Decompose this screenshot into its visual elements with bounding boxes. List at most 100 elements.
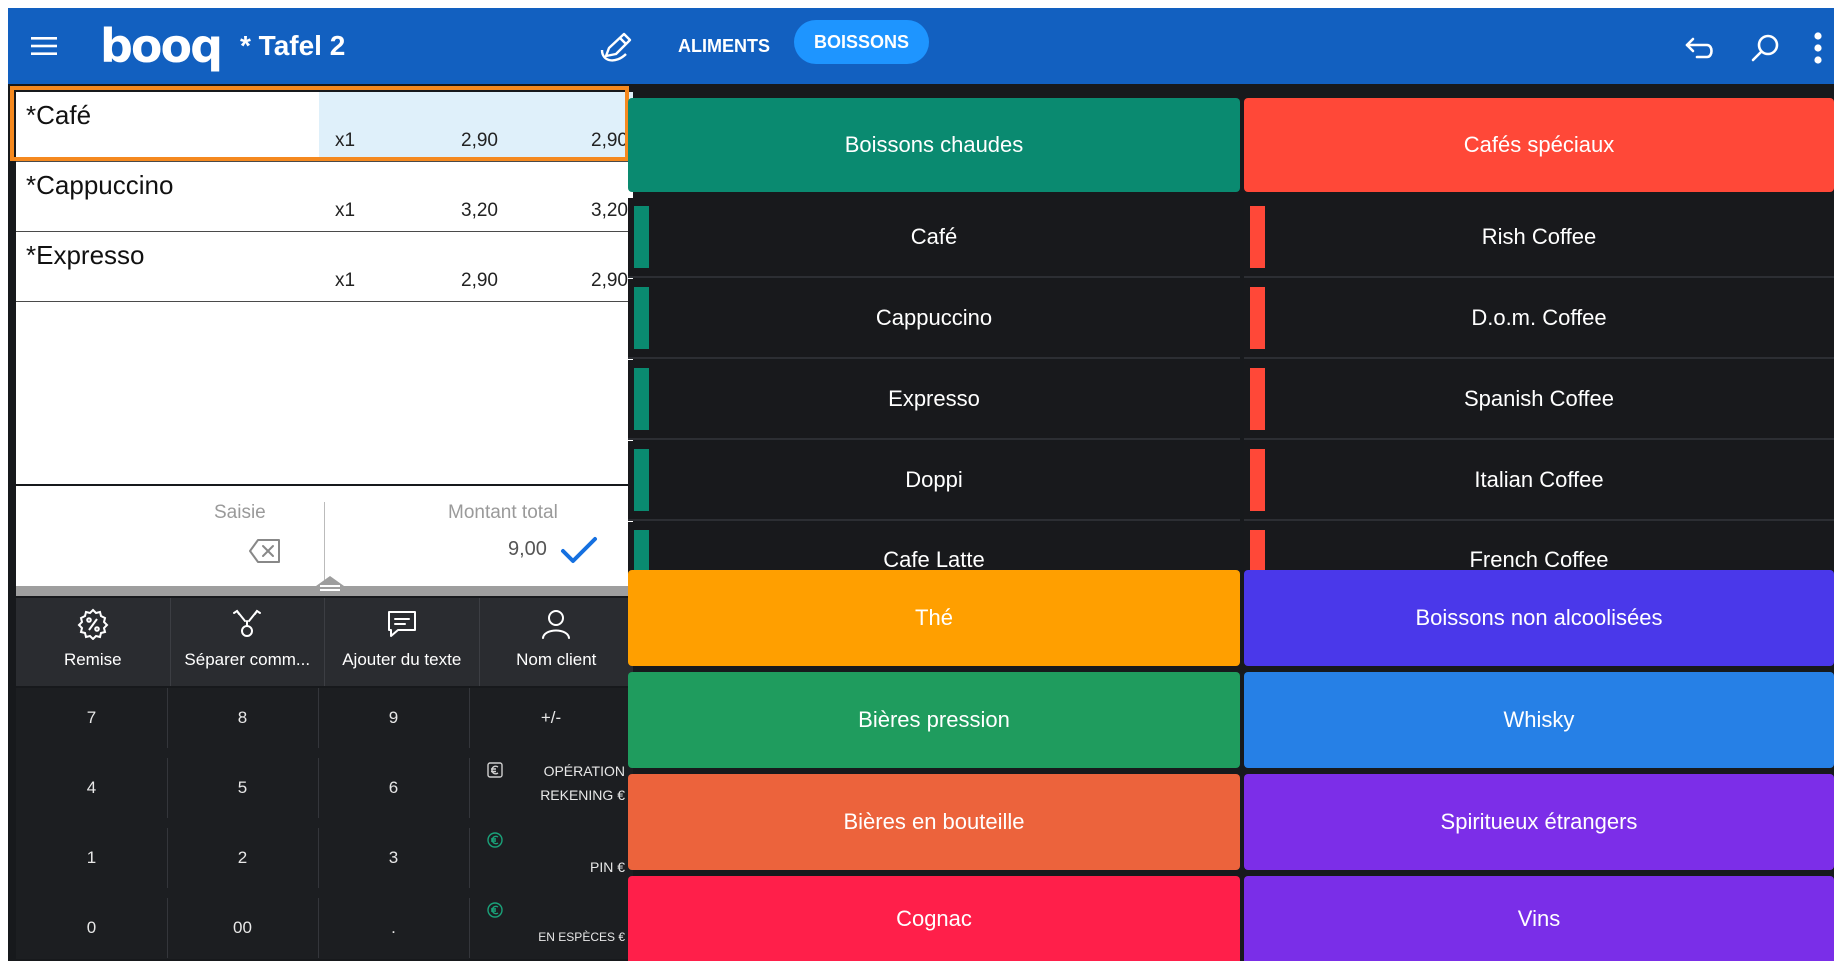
product-label: Expresso bbox=[888, 386, 980, 411]
key-8[interactable]: 8 bbox=[167, 688, 319, 748]
top-bar: booq * Tafel 2 ALIMENTS BOISSONS bbox=[8, 8, 1834, 84]
product-cafe[interactable]: Café bbox=[628, 198, 1240, 278]
item-quantity: x1 bbox=[335, 200, 356, 221]
payment-pin-label: PIN € bbox=[589, 859, 625, 875]
category-spiritueux-etrangers[interactable]: Spiritueux étrangers bbox=[1244, 774, 1834, 870]
person-icon bbox=[542, 610, 571, 639]
payment-especes-label: EN ESPÈCES € bbox=[538, 930, 625, 944]
payment-rekening-button[interactable]: OPÉRATION REKENING € bbox=[479, 754, 633, 814]
key-1[interactable]: 1 bbox=[16, 828, 168, 888]
key-6[interactable]: 6 bbox=[318, 758, 470, 818]
product-label: Cappuccino bbox=[875, 305, 993, 330]
product-cappuccino[interactable]: Cappuccino bbox=[628, 279, 1240, 359]
product-label: Italian Coffee bbox=[1474, 467, 1604, 492]
key-7[interactable]: 7 bbox=[16, 688, 168, 748]
product-label: Rish Coffee bbox=[1481, 224, 1597, 249]
key-4[interactable]: 4 bbox=[16, 758, 168, 818]
pos-app: booq * Tafel 2 ALIMENTS BOISSONS *Café x… bbox=[8, 8, 1834, 961]
key-3[interactable]: 3 bbox=[318, 828, 470, 888]
separer-commande-label: Séparer comm... bbox=[184, 650, 311, 669]
selection-highlight-frame bbox=[10, 86, 629, 161]
category-color-bar bbox=[1250, 206, 1265, 268]
nom-client-label: Nom client bbox=[516, 650, 597, 669]
category-color-bar bbox=[1250, 368, 1265, 430]
category-cafes-speciaux[interactable]: Cafés spéciaux bbox=[1244, 98, 1834, 192]
item-name: *Cappuccino bbox=[26, 170, 174, 200]
product-dom-coffee[interactable]: D.o.m. Coffee bbox=[1244, 279, 1834, 359]
payment-pin-button[interactable]: PIN € bbox=[479, 824, 633, 884]
product-label: Doppi bbox=[905, 467, 963, 492]
split-icon bbox=[233, 609, 262, 637]
table-title[interactable]: * Tafel 2 bbox=[240, 26, 345, 66]
category-color-bar bbox=[634, 287, 649, 349]
category-cognac[interactable]: Cognac bbox=[628, 876, 1240, 961]
percent-icon bbox=[77, 608, 109, 640]
order-row[interactable]: *Expresso x1 2,90 2,90 bbox=[16, 232, 633, 302]
product-cafe-latte[interactable]: Cafe Latte bbox=[628, 522, 1240, 576]
payment-rekening-line2: REKENING € bbox=[540, 787, 625, 803]
category-color-bar bbox=[634, 368, 649, 430]
edit-pencil-icon[interactable] bbox=[596, 28, 636, 68]
montant-total-value: 9,00 bbox=[508, 538, 547, 560]
tab-boissons[interactable]: BOISSONS bbox=[794, 20, 930, 64]
saisie-label: Saisie bbox=[214, 502, 266, 523]
category-vins[interactable]: Vins bbox=[1244, 876, 1834, 961]
nom-client-button[interactable]: Nom client bbox=[480, 598, 634, 686]
order-row[interactable]: *Cappuccino x1 3,20 3,20 bbox=[16, 162, 633, 232]
key-0[interactable]: 0 bbox=[16, 898, 168, 958]
undo-icon[interactable] bbox=[1680, 28, 1720, 68]
product-doppi[interactable]: Doppi bbox=[628, 441, 1240, 521]
booq-logo: booq bbox=[100, 19, 223, 73]
ajouter-texte-label: Ajouter du texte bbox=[342, 650, 462, 669]
category-bieres-pression[interactable]: Bières pression bbox=[628, 672, 1240, 768]
product-french-coffee[interactable]: French Coffee bbox=[1244, 522, 1834, 576]
item-unit-price: 3,20 bbox=[461, 200, 498, 221]
backspace-icon[interactable] bbox=[248, 538, 284, 566]
totals-divider bbox=[324, 502, 325, 584]
category-boissons-non-alcoolisees[interactable]: Boissons non alcoolisées bbox=[1244, 570, 1834, 666]
drag-handle-icon[interactable] bbox=[302, 576, 358, 596]
product-spanish-coffee[interactable]: Spanish Coffee bbox=[1244, 360, 1834, 440]
key-2[interactable]: 2 bbox=[167, 828, 319, 888]
category-color-bar bbox=[634, 449, 649, 511]
key-decimal[interactable]: . bbox=[318, 898, 470, 958]
key-plus-minus[interactable]: +/- bbox=[469, 688, 633, 748]
more-options-icon[interactable] bbox=[1806, 28, 1830, 68]
montant-total-label: Montant total bbox=[448, 502, 558, 523]
payment-rekening-line1: OPÉRATION bbox=[543, 763, 625, 779]
remise-button[interactable]: Remise bbox=[16, 598, 171, 686]
order-actions: Remise Séparer comm... Ajouter du texte … bbox=[16, 598, 633, 686]
category-boissons-chaudes[interactable]: Boissons chaudes bbox=[628, 98, 1240, 192]
totals-panel: Saisie Montant total 9,00 bbox=[16, 486, 633, 586]
category-color-bar bbox=[1250, 449, 1265, 511]
numeric-keypad: 7 8 9 +/- 4 5 6 1 2 3 0 00 . OPÉRATION R… bbox=[16, 688, 633, 959]
item-unit-price: 2,90 bbox=[461, 270, 498, 291]
key-9[interactable]: 9 bbox=[318, 688, 470, 748]
confirm-check-icon[interactable] bbox=[560, 536, 598, 566]
text-message-icon bbox=[387, 611, 416, 637]
category-bieres-en-bouteille[interactable]: Bières en bouteille bbox=[628, 774, 1240, 870]
euro-coin-icon bbox=[487, 832, 503, 848]
category-color-bar bbox=[634, 206, 649, 268]
product-label: Spanish Coffee bbox=[1463, 386, 1615, 411]
hamburger-menu-icon[interactable] bbox=[26, 28, 62, 64]
key-5[interactable]: 5 bbox=[167, 758, 319, 818]
search-icon[interactable] bbox=[1746, 28, 1786, 68]
product-label: Café bbox=[910, 224, 958, 249]
item-total: 2,90 bbox=[591, 270, 628, 291]
tab-aliments[interactable]: ALIMENTS bbox=[664, 24, 784, 68]
product-rish-coffee[interactable]: Rish Coffee bbox=[1244, 198, 1834, 278]
ajouter-texte-button[interactable]: Ajouter du texte bbox=[325, 598, 480, 686]
category-color-bar bbox=[1250, 287, 1265, 349]
separer-commande-button[interactable]: Séparer comm... bbox=[171, 598, 325, 686]
payment-especes-button[interactable]: EN ESPÈCES € bbox=[479, 894, 633, 954]
item-quantity: x1 bbox=[335, 270, 356, 291]
key-00[interactable]: 00 bbox=[167, 898, 319, 958]
product-italian-coffee[interactable]: Italian Coffee bbox=[1244, 441, 1834, 521]
item-name: *Expresso bbox=[26, 240, 145, 270]
category-whisky[interactable]: Whisky bbox=[1244, 672, 1834, 768]
category-the[interactable]: Thé bbox=[628, 570, 1240, 666]
product-expresso[interactable]: Expresso bbox=[628, 360, 1240, 440]
remise-label: Remise bbox=[63, 650, 122, 669]
rekening-icon bbox=[487, 762, 503, 778]
